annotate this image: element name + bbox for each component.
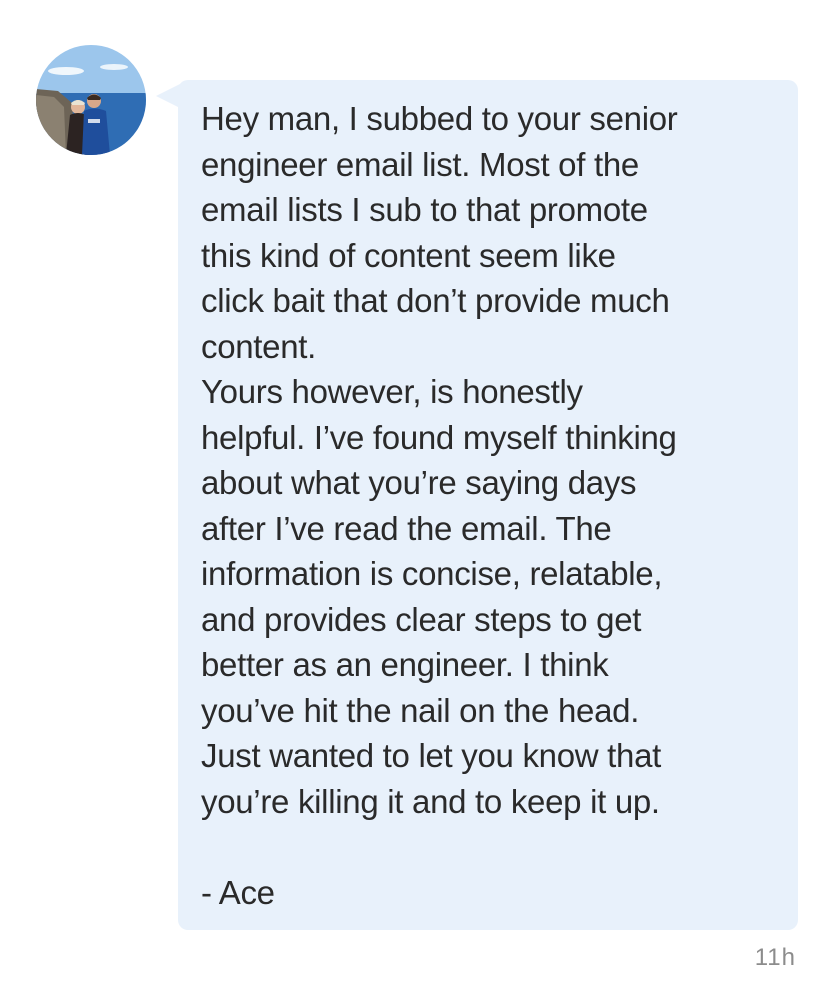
sender-avatar[interactable]	[36, 45, 146, 155]
message-line: Yours however, is honestly	[201, 373, 583, 410]
avatar-photo-icon	[36, 45, 146, 155]
message-line: click bait that don’t provide much	[201, 282, 670, 319]
message-line: about what you’re saying days	[201, 464, 637, 501]
message-timestamp: 11h	[754, 944, 796, 971]
message-line: Hey man, I subbed to your senior	[201, 100, 678, 137]
message-line: you’ve hit the nail on the head.	[201, 691, 640, 729]
message-line: and provides clear steps to get	[201, 600, 642, 638]
message-bubble[interactable]: Hey man, I subbed to your senior enginee…	[178, 80, 798, 930]
message-line: you’re killing it and to keep it up.	[201, 782, 660, 820]
bubble-tail	[156, 84, 180, 108]
message-line: Just wanted to let you know that	[201, 737, 662, 774]
message-line: email lists I sub to that promote	[201, 191, 648, 228]
message-line: helpful. I’ve found myself thinking	[201, 418, 677, 456]
message-line: information is concise, relatable,	[201, 555, 663, 592]
message-line: after I’ve read the email. The	[201, 509, 612, 547]
message-signature: - Ace	[201, 873, 275, 911]
message-line: better as an engineer. I think	[201, 646, 609, 683]
message-thread: Hey man, I subbed to your senior enginee…	[0, 0, 840, 1000]
message-line: this kind of content seem like	[201, 236, 616, 274]
message-line: engineer email list. Most of the	[201, 145, 639, 183]
message-line: content.	[201, 327, 317, 365]
